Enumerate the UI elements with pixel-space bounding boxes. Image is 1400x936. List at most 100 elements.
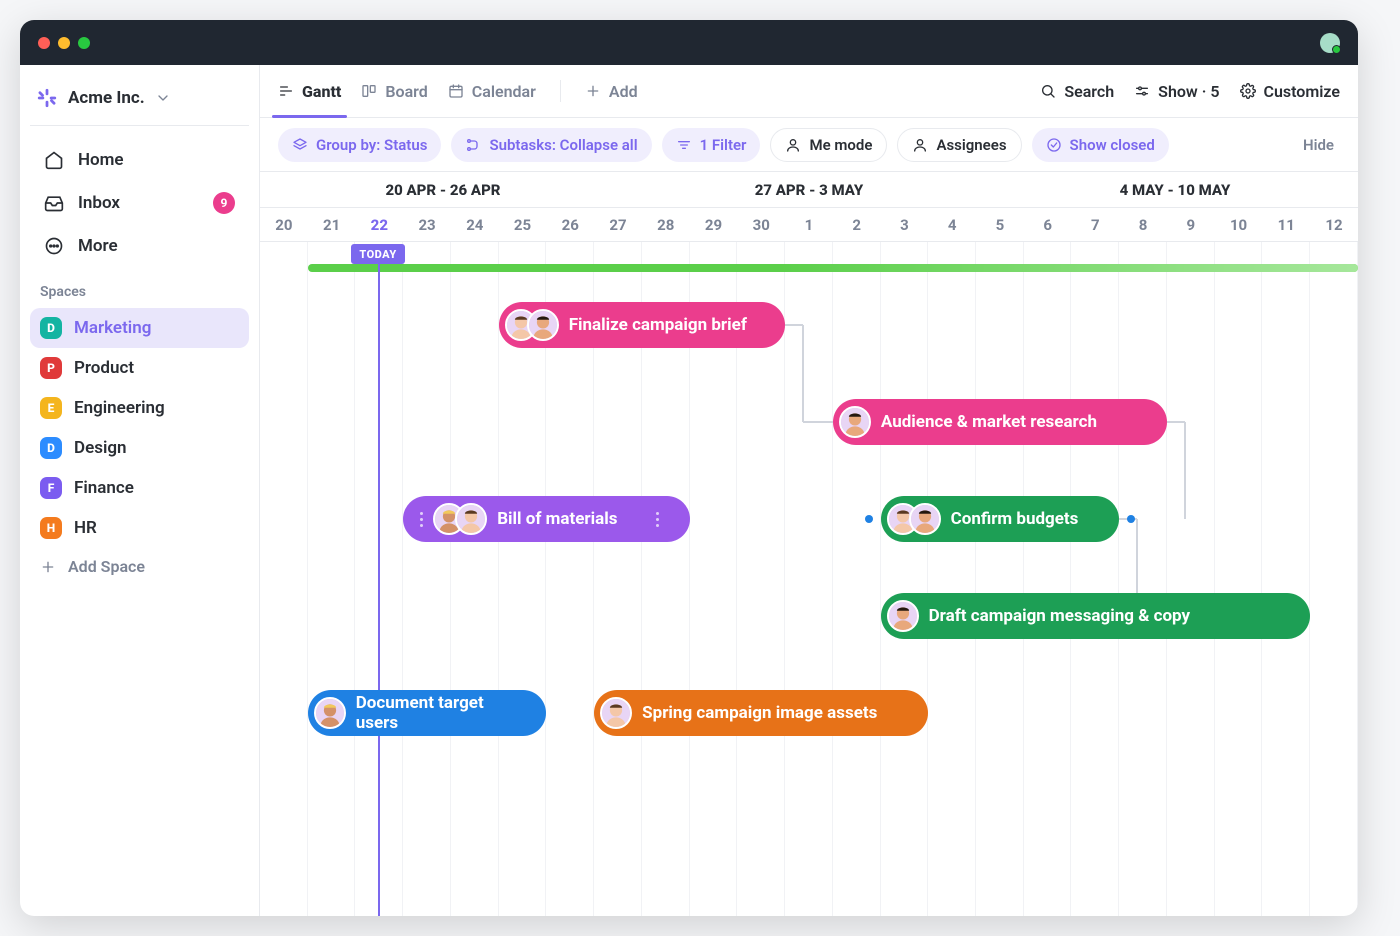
day-cell[interactable]: 28 — [642, 208, 690, 241]
gantt-task[interactable]: Confirm budgets — [881, 496, 1120, 542]
sidebar-space-marketing[interactable]: D Marketing — [30, 308, 249, 348]
gantt-task[interactable]: Spring campaign image assets — [594, 690, 928, 736]
day-cell[interactable]: 23 — [403, 208, 451, 241]
day-cell[interactable]: 6 — [1024, 208, 1072, 241]
sidebar-space-engineering[interactable]: EEngineering — [30, 388, 249, 428]
sidebar-item-more[interactable]: More — [34, 226, 245, 266]
hide-filters-button[interactable]: Hide — [1303, 136, 1340, 154]
gantt-task[interactable]: Bill of materials — [403, 496, 689, 542]
space-label: Marketing — [74, 318, 151, 338]
task-label: Draft campaign messaging & copy — [929, 606, 1191, 626]
day-cell[interactable]: 22 — [355, 208, 403, 241]
sidebar-item-label: More — [78, 236, 118, 256]
assignee-avatar[interactable] — [455, 503, 487, 535]
task-label: Bill of materials — [497, 509, 617, 529]
day-cell[interactable]: 24 — [451, 208, 499, 241]
today-line — [378, 264, 380, 916]
workspace-logo-icon — [36, 87, 58, 109]
day-cell[interactable]: 29 — [690, 208, 738, 241]
week-label: 20 APR - 26 APR — [260, 172, 626, 207]
view-tab-calendar[interactable]: Calendar — [448, 65, 536, 117]
minimize-window-button[interactable] — [58, 37, 70, 49]
assignee-avatar[interactable] — [909, 503, 941, 535]
search-icon — [1040, 83, 1056, 99]
add-view-button[interactable]: Add — [585, 65, 638, 117]
task-label: Finalize campaign brief — [569, 315, 747, 335]
show-closed-button[interactable]: Show closed — [1032, 128, 1169, 162]
week-label: 4 MAY - 10 MAY — [992, 172, 1358, 207]
day-cell[interactable]: 11 — [1262, 208, 1310, 241]
user-avatar[interactable] — [1320, 33, 1340, 53]
day-cell[interactable]: 10 — [1215, 208, 1263, 241]
day-cell[interactable]: 20 — [260, 208, 308, 241]
close-window-button[interactable] — [38, 37, 50, 49]
assignee-avatar[interactable] — [527, 309, 559, 341]
day-cell[interactable]: 3 — [881, 208, 929, 241]
workspace-name: Acme Inc. — [68, 88, 145, 108]
home-icon — [44, 150, 64, 170]
day-cell[interactable]: 8 — [1119, 208, 1167, 241]
gantt-task[interactable]: Draft campaign messaging & copy — [881, 593, 1311, 639]
space-label: Design — [74, 438, 127, 458]
filter-bar: Group by: Status Subtasks: Collapse all … — [260, 118, 1358, 172]
gantt-task[interactable]: Document target users — [308, 690, 547, 736]
me-mode-button[interactable]: Me mode — [770, 128, 887, 162]
subtasks-button[interactable]: Subtasks: Collapse all — [451, 128, 651, 162]
day-cell[interactable]: 9 — [1167, 208, 1215, 241]
day-cell[interactable]: 26 — [546, 208, 594, 241]
task-label: Confirm budgets — [951, 509, 1079, 529]
assignee-avatar[interactable] — [600, 697, 632, 729]
gantt-task[interactable]: Finalize campaign brief — [499, 302, 785, 348]
group-by-button[interactable]: Group by: Status — [278, 128, 441, 162]
sliders-icon — [1134, 83, 1150, 99]
day-cell[interactable]: 2 — [833, 208, 881, 241]
space-label: Finance — [74, 478, 134, 498]
customize-button[interactable]: Customize — [1240, 82, 1340, 101]
space-label: Product — [74, 358, 134, 378]
day-cell[interactable]: 5 — [976, 208, 1024, 241]
calendar-icon — [448, 83, 464, 99]
view-tab-board[interactable]: Board — [361, 65, 427, 117]
sidebar-space-finance[interactable]: F Finance — [30, 468, 249, 508]
views-tabs: Gantt Board Calendar Add — [260, 65, 1358, 118]
day-cell[interactable]: 4 — [928, 208, 976, 241]
filter-button[interactable]: 1 Filter — [662, 128, 761, 162]
workspace-switcher[interactable]: Acme Inc. — [30, 79, 249, 126]
board-icon — [361, 83, 377, 99]
gantt-chart[interactable]: 20 APR - 26 APR27 APR - 3 MAY4 MAY - 10 … — [260, 172, 1358, 916]
day-cell[interactable]: 27 — [594, 208, 642, 241]
sidebar-item-home[interactable]: Home — [34, 140, 245, 180]
task-label: Spring campaign image assets — [642, 703, 877, 723]
view-tab-gantt[interactable]: Gantt — [278, 65, 341, 117]
person-icon — [912, 137, 928, 153]
space-badge: D — [40, 437, 62, 459]
day-cell[interactable]: 21 — [308, 208, 356, 241]
day-cell[interactable]: 30 — [737, 208, 785, 241]
sidebar-space-hr[interactable]: HHR — [30, 508, 249, 548]
space-badge: H — [40, 517, 62, 539]
add-space-button[interactable]: Add Space — [30, 548, 249, 585]
gantt-task[interactable]: Audience & market research — [833, 399, 1167, 445]
assignee-avatar[interactable] — [887, 600, 919, 632]
assignees-button[interactable]: Assignees — [897, 128, 1021, 162]
window-titlebar — [20, 20, 1358, 65]
sidebar-space-design[interactable]: D Design — [30, 428, 249, 468]
traffic-lights — [38, 37, 90, 49]
assignee-avatar[interactable] — [314, 697, 346, 729]
sidebar-item-inbox[interactable]: Inbox 9 — [34, 182, 245, 224]
show-button[interactable]: Show · 5 — [1134, 82, 1219, 101]
space-badge: F — [40, 477, 62, 499]
layers-icon — [292, 137, 308, 153]
spaces-heading: Spaces — [30, 266, 249, 308]
assignee-avatar[interactable] — [839, 406, 871, 438]
day-cell[interactable]: 25 — [499, 208, 547, 241]
maximize-window-button[interactable] — [78, 37, 90, 49]
space-badge: D — [40, 317, 62, 339]
day-cell[interactable]: 7 — [1071, 208, 1119, 241]
day-cell[interactable]: 12 — [1310, 208, 1358, 241]
sidebar-space-product[interactable]: PProduct — [30, 348, 249, 388]
plus-icon — [40, 559, 56, 575]
inbox-icon — [44, 193, 64, 213]
day-cell[interactable]: 1 — [785, 208, 833, 241]
search-button[interactable]: Search — [1040, 82, 1114, 101]
